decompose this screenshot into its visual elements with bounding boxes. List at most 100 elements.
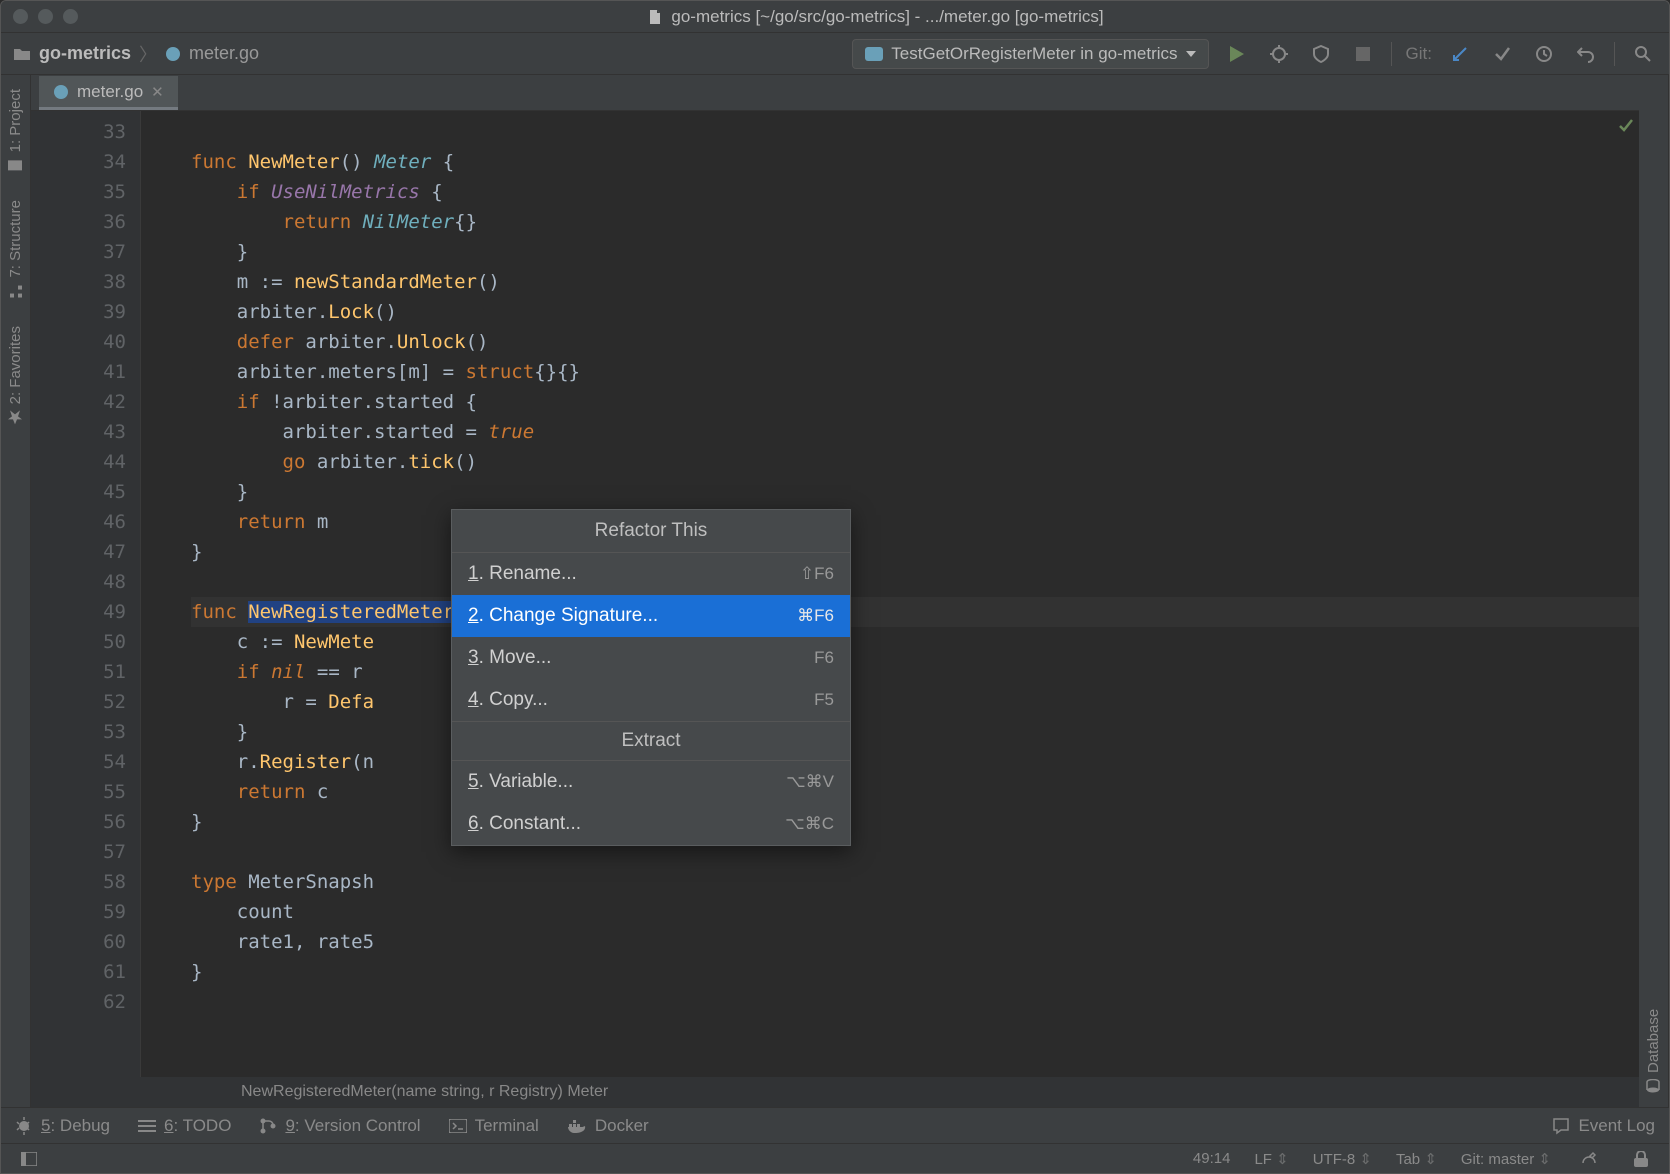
editor-breadcrumb[interactable]: NewRegisteredMeter(name string, r Regist… <box>31 1077 1639 1107</box>
refactor-option-change-signature[interactable]: 2. Change Signature...⌘F6 <box>452 595 850 637</box>
code-line[interactable]: if !arbiter.started { <box>191 387 1639 417</box>
line-number[interactable]: 55 <box>31 777 126 807</box>
tab-meter-go[interactable]: meter.go ✕ <box>39 76 178 110</box>
line-number[interactable]: 36 <box>31 207 126 237</box>
line-number[interactable]: 46 <box>31 507 126 537</box>
line-number[interactable]: 59 <box>31 897 126 927</box>
code-line[interactable]: return m <box>191 507 1639 537</box>
line-number[interactable]: 47 <box>31 537 126 567</box>
tool-windows-toggle[interactable] <box>15 1145 43 1173</box>
code-line[interactable]: r = Defa <box>191 687 1639 717</box>
code-line[interactable]: m := newStandardMeter() <box>191 267 1639 297</box>
line-number[interactable]: 58 <box>31 867 126 897</box>
vcs-update-button[interactable] <box>1446 40 1474 68</box>
line-number[interactable]: 34 <box>31 147 126 177</box>
fold-strip[interactable] <box>141 111 183 1077</box>
refactor-option-copy[interactable]: 4. Copy...F5 <box>452 679 850 721</box>
code-line[interactable]: func NewRegisteredMeter(name string, r R… <box>191 597 1639 627</box>
code-line[interactable] <box>191 117 1639 147</box>
tool-debug[interactable]: 5: Debug <box>15 1116 110 1136</box>
code-line[interactable]: arbiter.meters[m] = struct{}{} <box>191 357 1639 387</box>
line-number[interactable]: 53 <box>31 717 126 747</box>
code-line[interactable]: count <box>191 897 1639 927</box>
line-number[interactable]: 54 <box>31 747 126 777</box>
close-icon[interactable] <box>13 9 28 24</box>
code-line[interactable]: defer arbiter.Unlock() <box>191 327 1639 357</box>
line-number[interactable]: 35 <box>31 177 126 207</box>
code-line[interactable]: } <box>191 477 1639 507</box>
line-number[interactable]: 45 <box>31 477 126 507</box>
code-line[interactable]: } <box>191 957 1639 987</box>
status-encoding[interactable]: UTF-8 ⇕ <box>1313 1150 1372 1168</box>
line-number[interactable]: 33 <box>31 117 126 147</box>
tool-docker[interactable]: Docker <box>567 1116 649 1136</box>
status-indent[interactable]: Tab ⇕ <box>1396 1150 1437 1168</box>
debug-button[interactable] <box>1265 40 1293 68</box>
tool-version-control[interactable]: 9: Version Control <box>259 1116 420 1136</box>
line-number[interactable]: 49 <box>31 597 126 627</box>
line-number[interactable]: 48 <box>31 567 126 597</box>
code-area[interactable]: func NewMeter() Meter { if UseNilMetrics… <box>183 111 1639 1077</box>
code-line[interactable]: } <box>191 717 1639 747</box>
line-number[interactable]: 51 <box>31 657 126 687</box>
tool-todo[interactable]: 6: TODO <box>138 1116 231 1136</box>
run-button[interactable] <box>1223 40 1251 68</box>
code-line[interactable]: } <box>191 537 1639 567</box>
line-number[interactable]: 44 <box>31 447 126 477</box>
code-line[interactable]: arbiter.Lock() <box>191 297 1639 327</box>
line-number[interactable]: 52 <box>31 687 126 717</box>
code-editor[interactable]: 3334353637383940414243444546474849505152… <box>31 111 1639 1077</box>
titlebar[interactable]: go-metrics [~/go/src/go-metrics] - .../m… <box>1 1 1669 33</box>
code-line[interactable]: rate1, rate5 <box>191 927 1639 957</box>
code-line[interactable]: type MeterSnapsh <box>191 867 1639 897</box>
event-log[interactable]: Event Log <box>1552 1116 1655 1136</box>
minimize-icon[interactable] <box>38 9 53 24</box>
line-number[interactable]: 60 <box>31 927 126 957</box>
code-line[interactable]: return NilMeter{} <box>191 207 1639 237</box>
line-number[interactable]: 39 <box>31 297 126 327</box>
refactor-option-variable[interactable]: 5. Variable...⌥⌘V <box>452 761 850 803</box>
refactor-option-constant[interactable]: 6. Constant...⌥⌘C <box>452 803 850 845</box>
line-number[interactable]: 40 <box>31 327 126 357</box>
search-button[interactable] <box>1629 40 1657 68</box>
line-number[interactable]: 61 <box>31 957 126 987</box>
refactor-option-move[interactable]: 3. Move...F6 <box>452 637 850 679</box>
status-caret-position[interactable]: 49:14 <box>1193 1150 1231 1167</box>
ide-settings-button[interactable] <box>1575 1145 1603 1173</box>
line-number[interactable]: 37 <box>31 237 126 267</box>
code-line[interactable]: func NewMeter() Meter { <box>191 147 1639 177</box>
code-line[interactable]: if nil == r <box>191 657 1639 687</box>
vcs-revert-button[interactable] <box>1572 40 1600 68</box>
line-number[interactable]: 41 <box>31 357 126 387</box>
code-line[interactable]: r.Register(n <box>191 747 1639 777</box>
maximize-icon[interactable] <box>63 9 78 24</box>
coverage-button[interactable] <box>1307 40 1335 68</box>
status-git-branch[interactable]: Git: master ⇕ <box>1461 1150 1551 1168</box>
tool-project[interactable]: 1: Project <box>1 85 30 176</box>
tool-database[interactable]: Database <box>1639 1005 1668 1097</box>
line-number-gutter[interactable]: 3334353637383940414243444546474849505152… <box>31 111 141 1077</box>
code-line[interactable]: if UseNilMetrics { <box>191 177 1639 207</box>
tool-favorites[interactable]: 2: Favorites <box>1 322 30 428</box>
line-number[interactable]: 42 <box>31 387 126 417</box>
line-number[interactable]: 57 <box>31 837 126 867</box>
code-line[interactable]: go arbiter.tick() <box>191 447 1639 477</box>
code-line[interactable] <box>191 567 1639 597</box>
stop-button[interactable] <box>1349 40 1377 68</box>
code-line[interactable]: arbiter.started = true <box>191 417 1639 447</box>
vcs-history-button[interactable] <box>1530 40 1558 68</box>
code-line[interactable]: } <box>191 807 1639 837</box>
code-line[interactable] <box>191 837 1639 867</box>
line-number[interactable]: 62 <box>31 987 126 1017</box>
close-icon[interactable]: ✕ <box>151 83 164 101</box>
tool-terminal[interactable]: Terminal <box>449 1116 539 1136</box>
code-line[interactable]: c := NewMete <box>191 627 1639 657</box>
line-number[interactable]: 50 <box>31 627 126 657</box>
lock-icon[interactable] <box>1627 1145 1655 1173</box>
refactor-option-rename[interactable]: 1. Rename...⇧F6 <box>452 553 850 595</box>
run-configuration-selector[interactable]: TestGetOrRegisterMeter in go-metrics <box>852 39 1208 69</box>
code-line[interactable]: } <box>191 237 1639 267</box>
tool-structure[interactable]: 7: Structure <box>1 196 30 302</box>
vcs-commit-button[interactable] <box>1488 40 1516 68</box>
code-line[interactable]: return c <box>191 777 1639 807</box>
